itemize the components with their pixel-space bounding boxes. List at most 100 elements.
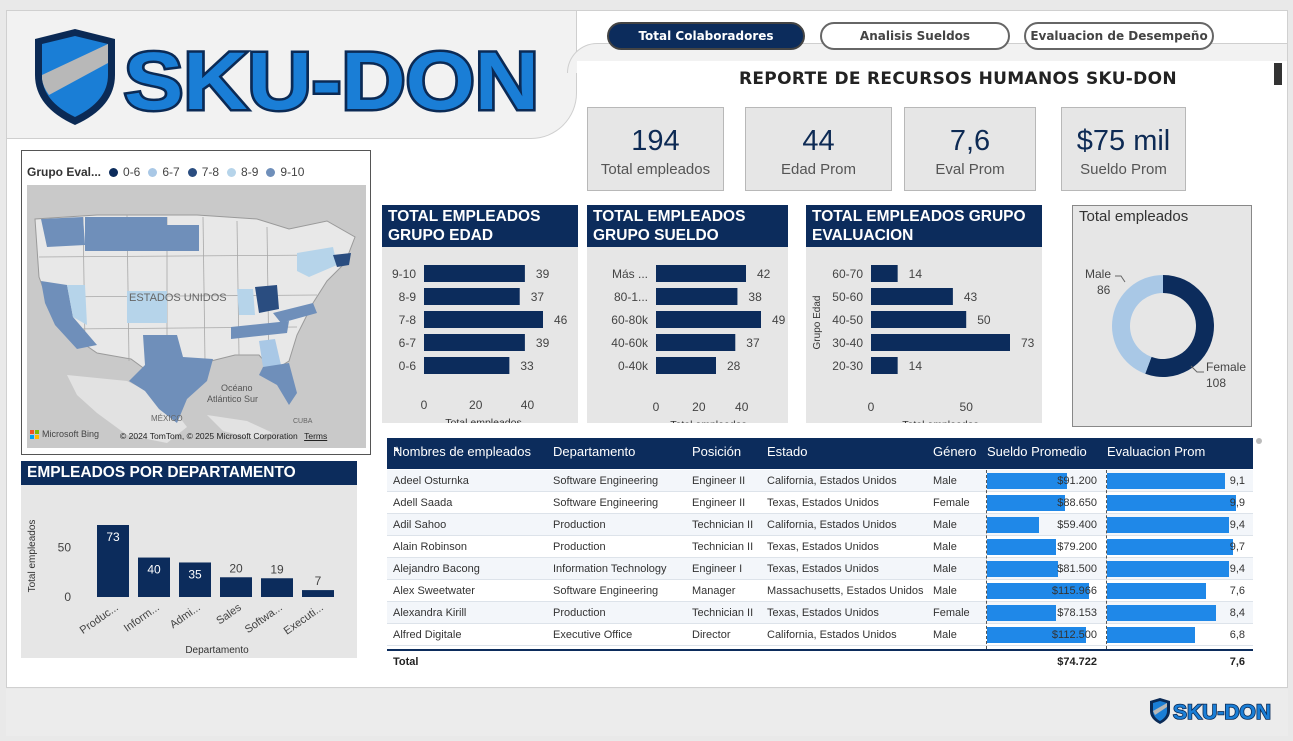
scroll-handle[interactable] <box>1274 63 1282 85</box>
cell-salary: $112.500 <box>1051 629 1097 641</box>
col-header-name[interactable]: Nombres de empleados <box>393 444 531 459</box>
bar-data-label: 37 <box>531 290 545 304</box>
cell-gender: Male <box>933 475 957 487</box>
dept-chart-panel[interactable]: EMPLEADOS POR DEPARTAMENTO 0 50 73 Produc..… <box>21 461 357 658</box>
sueldo-chart[interactable]: Más ... 42 80-1... 38 60-80k 49 40-60k 37 0-40k 2… <box>587 205 788 423</box>
salary-divider <box>986 470 987 649</box>
footer-band: SKU-DON <box>6 689 1288 736</box>
bar <box>656 288 738 305</box>
cell-dept: Software Engineering <box>553 497 659 509</box>
map-mexico-label: MÉXICO <box>151 414 183 423</box>
total-eval: 7,6 <box>1229 656 1245 668</box>
bar-category-label: 60-70 <box>832 267 863 281</box>
cell-name: Adeel Osturnka <box>393 475 469 487</box>
copyright-text: © 2024 TomTom, © 2025 Microsoft Corporat… <box>120 431 298 441</box>
x-tick-label: 40 <box>521 398 535 412</box>
state-indiana[interactable] <box>237 289 255 315</box>
cell-eval: 8,4 <box>1229 607 1245 619</box>
tab-total-colaboradores[interactable]: Total Colaboradores <box>607 22 805 50</box>
cell-pos: Engineer II <box>692 497 746 509</box>
table-row[interactable]: Alexandra Kirill Production Technician II T… <box>387 602 1253 624</box>
cell-dept: Production <box>553 607 606 619</box>
cell-salary: $78.153 <box>1057 607 1097 619</box>
table-row[interactable]: Alfred Digitale Executive Office Director C… <box>387 624 1253 646</box>
table-row[interactable]: Adeel Osturnka Software Engineering Engine… <box>387 470 1253 492</box>
cell-pos: Manager <box>692 585 736 597</box>
cell-eval: 6,8 <box>1229 629 1245 641</box>
bar <box>871 311 967 328</box>
x-axis-label: Total empleados <box>670 419 746 423</box>
tab-analisis-sueldos[interactable]: Analisis Sueldos <box>820 22 1010 50</box>
edad-chart-panel[interactable]: TOTAL EMPLEADOS GRUPO EDAD 9-10 39 8-9 37 7-… <box>382 205 578 423</box>
col-header-dept[interactable]: Departamento <box>553 444 635 459</box>
cell-pos: Technician II <box>692 519 754 531</box>
col-header-pos[interactable]: Posición <box>692 444 741 459</box>
cell-gender: Male <box>933 563 957 575</box>
bar-data-label: 37 <box>746 336 760 350</box>
cell-salary: $59.400 <box>1057 519 1097 531</box>
x-tick-label: 40 <box>735 400 749 414</box>
state-ohio[interactable] <box>255 285 279 313</box>
bar-data-label: 50 <box>977 313 991 327</box>
edad-chart[interactable]: 9-10 39 8-9 37 7-8 46 6-7 39 0-6 33 0 20 40Total emp… <box>382 205 578 423</box>
tab-evaluacion-desempeno[interactable]: Evaluacion de Desempeño <box>1024 22 1214 50</box>
col-header-state[interactable]: Estado <box>767 444 807 459</box>
table-row[interactable]: Alejandro Bacong Information Technology En… <box>387 558 1253 580</box>
state-north-dakota[interactable] <box>157 225 199 251</box>
cell-gender: Male <box>933 541 957 553</box>
legend-dot-3 <box>227 167 237 177</box>
table-row[interactable]: Alain Robinson Production Technician II Tex… <box>387 536 1253 558</box>
gender-donut-panel[interactable]: Total empleados Male 86 Female 108 <box>1072 205 1252 427</box>
shield-icon <box>35 29 115 125</box>
bar <box>424 288 520 305</box>
cell-name: Adil Sahoo <box>393 519 447 531</box>
eval-bar <box>1107 473 1225 489</box>
terms-link[interactable]: Terms <box>304 431 327 441</box>
map-visual[interactable]: Grupo Eval... 0-6 6-7 7-8 8-9 9-10 ESTAD… <box>21 150 371 455</box>
cell-gender: Male <box>933 629 957 641</box>
bar-category-label: Más ... <box>612 267 648 281</box>
map-ocean-label-2: Atlántico Sur <box>207 394 258 404</box>
cell-state: California, Estados Unidos <box>767 629 897 641</box>
legend-label-0: 0-6 <box>123 165 141 179</box>
dept-chart[interactable]: 0 50 73 Produc... 40 Inform... 35 Admi... 20 Sale… <box>21 461 357 658</box>
bar <box>871 265 898 282</box>
table-total-row: Total $74.722 7,6 <box>387 649 1253 670</box>
kpi-sueldo-prom: $75 mil Sueldo Prom <box>1061 107 1186 191</box>
table-row[interactable]: Adil Sahoo Production Technician II Califor… <box>387 514 1253 536</box>
bar-data-label: 39 <box>536 336 550 350</box>
report-canvas: SKU-DON Total Colaboradores Analisis Sue… <box>6 10 1288 688</box>
kpi-label: Edad Prom <box>780 161 857 178</box>
state-washington[interactable] <box>41 217 85 247</box>
state-montana[interactable] <box>85 217 167 251</box>
col-header-gender[interactable]: Género <box>933 444 976 459</box>
cell-name: Alex Sweetwater <box>393 585 475 597</box>
us-map[interactable]: ESTADOS UNIDOS Océano Atlántico Sur MÉXI… <box>27 185 366 448</box>
cell-salary: $81.500 <box>1057 563 1097 575</box>
cell-pos: Technician II <box>692 607 754 619</box>
table-row[interactable]: Alex Sweetwater Software Engineering Manag… <box>387 580 1253 602</box>
legend-label-1: 6-7 <box>162 165 180 179</box>
y-tick-label: 50 <box>58 541 72 555</box>
cell-salary: $88.650 <box>1057 497 1097 509</box>
cell-eval: 9,4 <box>1229 563 1245 575</box>
y-tick-label: 0 <box>64 590 71 604</box>
cell-state: Texas, Estados Unidos <box>767 563 879 575</box>
bar <box>871 288 953 305</box>
table-scroll-dot[interactable] <box>1256 438 1262 444</box>
col-header-eval[interactable]: Evaluacion Prom <box>1107 444 1205 459</box>
sueldo-chart-panel[interactable]: TOTAL EMPLEADOS GRUPO SUELDO Más ... 42 80… <box>587 205 788 423</box>
provider-label: Microsoft Bing <box>42 429 100 439</box>
bing-attribution: Microsoft Bing <box>30 429 99 439</box>
bar <box>871 334 1010 351</box>
salary-bar <box>987 605 1056 621</box>
bar-data-label: 46 <box>554 313 568 327</box>
employees-table[interactable]: Nombres de empleados Departamento Posici… <box>387 438 1253 670</box>
donut-value-male: 86 <box>1097 283 1111 297</box>
cell-gender: Male <box>933 585 957 597</box>
evaluacion-chart-panel[interactable]: TOTAL EMPLEADOS GRUPO EVALUACION 60-70 14… <box>806 205 1042 423</box>
gender-donut[interactable]: Male 86 Female 108 <box>1073 206 1253 428</box>
evaluacion-chart[interactable]: 60-70 14 50-60 43 40-50 50 30-40 73 20-30 14 0 50 To… <box>806 205 1042 423</box>
table-row[interactable]: Adell Saada Software Engineering Engineer … <box>387 492 1253 514</box>
col-header-salary[interactable]: Sueldo Promedio <box>987 444 1087 459</box>
